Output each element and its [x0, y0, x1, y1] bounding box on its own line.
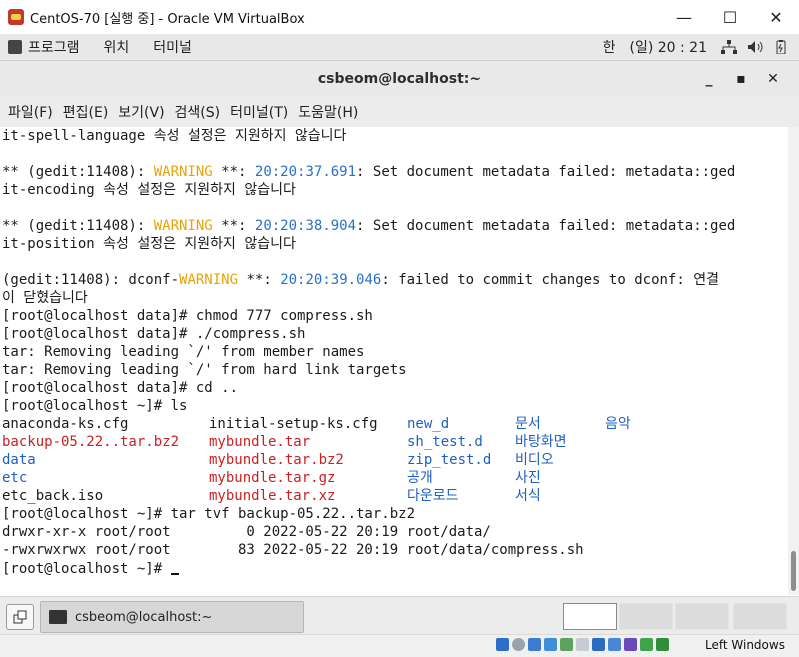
- terminal-title: csbeom@localhost:~: [317, 71, 482, 87]
- ls-row: etc mybundle.tar.gz 공개 사진: [2, 470, 541, 486]
- virtualization-icon[interactable]: [624, 638, 637, 651]
- terminal-line: [root@localhost data]# chmod 777 compres…: [2, 308, 373, 324]
- workspace-3[interactable]: [675, 603, 729, 630]
- terminal-output[interactable]: it-spell-language 속성 설정은 지원하지 않습니다 ** (g…: [0, 127, 788, 595]
- show-desktop-button[interactable]: [6, 604, 34, 630]
- menu-edit[interactable]: 편집(E): [63, 102, 109, 122]
- window-title: CentOS-70 [실행 중] - Oracle VM VirtualBox: [30, 11, 305, 27]
- battery-icon[interactable]: [773, 40, 789, 54]
- taskbar-task-label: csbeom@localhost:~: [75, 609, 213, 625]
- mouse-integration-icon[interactable]: [640, 638, 653, 651]
- warning-label: WARNING: [153, 164, 213, 180]
- hard-disk-icon[interactable]: [496, 638, 509, 651]
- workspace-2[interactable]: [619, 603, 673, 630]
- terminal-scrollbar[interactable]: [788, 127, 799, 595]
- menu-help[interactable]: 도움말(H): [298, 102, 358, 122]
- network-icon[interactable]: [721, 40, 737, 54]
- warning-label: WARNING: [153, 218, 213, 234]
- virtualbox-logo-icon: [8, 9, 24, 25]
- menu-terminal-menu[interactable]: 터미널(T): [230, 102, 288, 122]
- ls-row: anaconda-ks.cfg initial-setup-ks.cfg new_d…: [2, 416, 631, 432]
- video-capture-icon[interactable]: [608, 638, 621, 651]
- terminal-line: it-position 속성 설정은 지원하지 않습니다: [2, 236, 296, 252]
- timestamp: 20:20:37.691: [254, 164, 357, 180]
- shared-folders-icon[interactable]: [576, 638, 589, 651]
- warning-label: WARNING: [179, 272, 239, 288]
- close-button[interactable]: ✕: [753, 8, 799, 27]
- clock[interactable]: (일) 20 : 21: [629, 37, 707, 57]
- virtualbox-statusbar: Left Windows: [0, 634, 799, 657]
- terminal-line: it-spell-language 속성 설정은 지원하지 않습니다: [2, 128, 347, 144]
- maximize-button[interactable]: ☐: [707, 8, 753, 27]
- gnome-top-bar: 프로그램 위치 터미널 한 (일) 20 : 21: [0, 34, 799, 61]
- terminal-line: (gedit:11408): dconf-WARNING **: 20:20:3…: [2, 272, 719, 288]
- menu-terminal[interactable]: 터미널: [153, 37, 192, 57]
- terminal-line: [root@localhost data]# ./compress.sh: [2, 326, 306, 342]
- show-desktop-icon: [13, 610, 27, 624]
- terminal-close-button[interactable]: ✕: [757, 71, 789, 87]
- terminal-line: ** (gedit:11408): WARNING **: 20:20:38.9…: [2, 218, 736, 234]
- ls-row: data mybundle.tar.bz2 zip_test.d 비디오: [2, 452, 554, 468]
- terminal-titlebar: csbeom@localhost:~ _ ▪ ✕: [0, 61, 799, 97]
- menu-places[interactable]: 위치: [104, 37, 130, 57]
- input-method-indicator[interactable]: 한: [603, 37, 616, 57]
- terminal-line: tar: Removing leading `/' from hard link…: [2, 362, 407, 378]
- terminal-maximize-button[interactable]: ▪: [725, 71, 757, 87]
- terminal-line: [root@localhost data]# cd ..: [2, 380, 239, 396]
- terminal-line: -rwxrwxrwx root/root 83 2022-05-22 20:19…: [2, 542, 584, 558]
- text-cursor: [170, 559, 179, 575]
- scrollbar-thumb[interactable]: [791, 551, 796, 591]
- terminal-line: ** (gedit:11408): WARNING **: 20:20:37.6…: [2, 164, 736, 180]
- audio-icon[interactable]: [528, 638, 541, 651]
- taskbar-terminal-button[interactable]: csbeom@localhost:~: [40, 601, 304, 633]
- timestamp: 20:20:39.046: [280, 272, 382, 288]
- terminal-menubar: 파일(F) 편집(E) 보기(V) 검색(S) 터미널(T) 도움말(H): [0, 97, 799, 128]
- ls-row: etc_back.iso mybundle.tar.xz 다운로드 서식: [2, 488, 541, 504]
- network-adapter-icon[interactable]: [544, 638, 557, 651]
- menu-file[interactable]: 파일(F): [8, 102, 53, 122]
- timestamp: 20:20:38.904: [254, 218, 357, 234]
- menu-programs[interactable]: 프로그램: [28, 37, 80, 57]
- prompt-line[interactable]: [root@localhost ~]#: [2, 559, 788, 577]
- ls-row: backup-05.22..tar.bz2 mybundle.tar sh_test…: [2, 434, 567, 450]
- virtualbox-titlebar: CentOS-70 [실행 중] - Oracle VM VirtualBox …: [0, 0, 799, 34]
- workspace-4[interactable]: [733, 603, 787, 630]
- volume-icon[interactable]: [747, 40, 763, 54]
- terminal-line: tar: Removing leading `/' from member na…: [2, 344, 365, 360]
- minimize-button[interactable]: —: [661, 8, 707, 27]
- terminal-line: 이 닫혔습니다: [2, 290, 88, 306]
- menu-view[interactable]: 보기(V): [118, 102, 164, 122]
- terminal-line: it-encoding 속성 설정은 지원하지 않습니다: [2, 182, 296, 198]
- optical-drive-icon[interactable]: [512, 638, 525, 651]
- keyboard-capture-icon[interactable]: [656, 638, 669, 651]
- gnome-taskbar: csbeom@localhost:~: [0, 596, 799, 635]
- workspace-1[interactable]: [563, 603, 617, 630]
- display-icon[interactable]: [592, 638, 605, 651]
- host-key-label: Left Windows: [705, 638, 785, 652]
- terminal-line: [root@localhost ~]# tar tvf backup-05.22…: [2, 506, 416, 522]
- terminal-line: [root@localhost ~]# ls: [2, 398, 188, 414]
- terminal-app-icon: [49, 610, 67, 624]
- menu-search[interactable]: 검색(S): [175, 102, 221, 122]
- terminal-minimize-button[interactable]: _: [693, 71, 725, 87]
- usb-icon[interactable]: [560, 638, 573, 651]
- applications-icon: [8, 40, 22, 54]
- terminal-line: drwxr-xr-x root/root 0 2022-05-22 20:19 …: [2, 524, 491, 540]
